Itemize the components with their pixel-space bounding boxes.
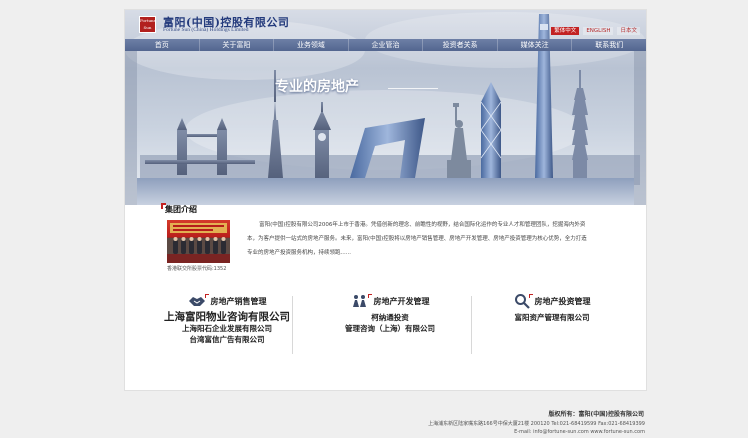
business-sales-company-1[interactable]: 上海富阳物业咨询有限公司 xyxy=(152,312,302,323)
footer-copyright: 版权所有：富阳(中国)控股有限公司 xyxy=(548,411,645,418)
magnifier-icon xyxy=(514,294,530,309)
team-icon xyxy=(352,295,366,307)
intro-paragraph: 富阳(中国)控股有限公司2006年上市于香港。凭借创新的理念、前瞻性的视野，结合… xyxy=(247,222,587,256)
divider xyxy=(471,296,472,354)
divider xyxy=(292,296,293,354)
listing-photo[interactable] xyxy=(167,220,230,263)
business-sales-title[interactable]: 房地产销售管理 xyxy=(204,293,267,307)
footer-email[interactable]: E-mail: info@fortune-sun.com www.fortune… xyxy=(514,429,645,435)
business-investment: 房地产投资管理 富阳资产管理有限公司 xyxy=(477,290,627,323)
handshake-icon xyxy=(188,297,205,306)
footer-address: 上海浦东新区陆家嘴东路166号中保大厦21楼 200120 Tel:021-68… xyxy=(428,421,645,427)
page: Fortune Sun 富阳(中国)控股有限公司 Fortune Sun (Ch… xyxy=(0,0,748,438)
business-development-company-1[interactable]: 柯纳通投资 xyxy=(315,312,465,323)
stock-code-caption: 香港联交所股票代码:1352 xyxy=(167,266,227,272)
business-sales: 房地产销售管理 上海富阳物业咨询有限公司 上海阳石企业发展有限公司 台湾富信广告… xyxy=(152,290,302,345)
business-development-title[interactable]: 房地产开发管理 xyxy=(367,293,430,307)
business-investment-title[interactable]: 房地产投资管理 xyxy=(528,293,591,307)
listing-ceremony-image xyxy=(167,223,230,263)
intro-title: 集团介绍 xyxy=(165,205,197,214)
business-sales-company-2[interactable]: 上海阳石企业发展有限公司 xyxy=(152,323,302,334)
business-development: 房地产开发管理 柯纳通投资 管理咨询（上海）有限公司 xyxy=(315,290,465,334)
business-sales-company-3[interactable]: 台湾富信广告有限公司 xyxy=(152,334,302,345)
business-development-company-2[interactable]: 管理咨询（上海）有限公司 xyxy=(315,323,465,334)
business-investment-company-1[interactable]: 富阳资产管理有限公司 xyxy=(477,312,627,323)
body-section: 集团介绍 香港联交所股票代码:1352 富阳(中国)控股有限公司2006年上市于… xyxy=(125,0,646,390)
